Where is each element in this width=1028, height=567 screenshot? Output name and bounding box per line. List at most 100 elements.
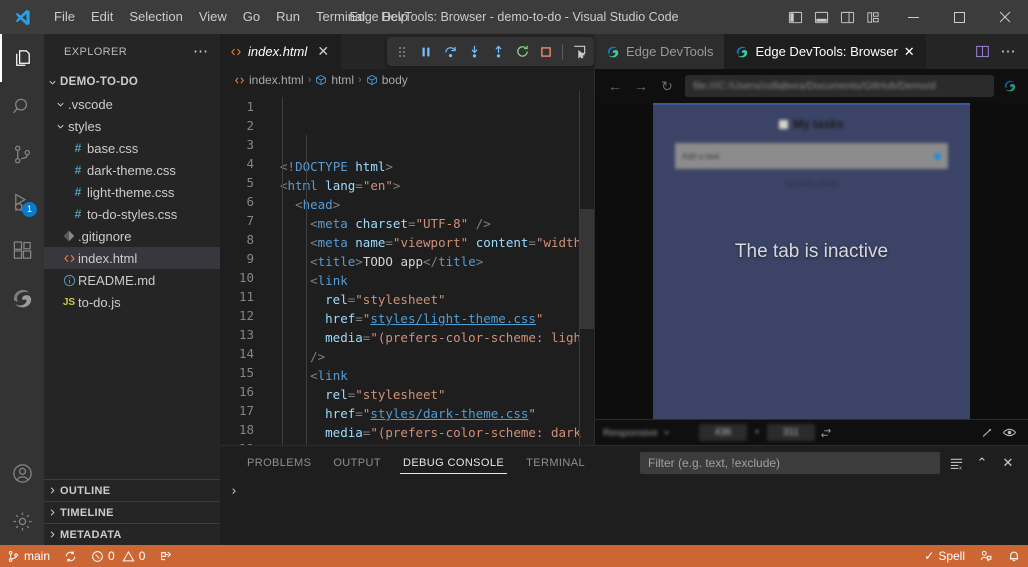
- close-panel-icon[interactable]: ✕: [998, 453, 1018, 473]
- customize-layout-icon[interactable]: [862, 6, 884, 28]
- toggle-secondary-sidebar-icon[interactable]: [836, 6, 858, 28]
- device-width-input[interactable]: 436: [699, 424, 747, 441]
- breadcrumb-item-body[interactable]: body: [366, 73, 408, 87]
- window-maximize-button[interactable]: [936, 0, 982, 34]
- breadcrumb-item-html[interactable]: html: [315, 73, 354, 87]
- activity-item-explorer[interactable]: [0, 34, 44, 82]
- back-icon[interactable]: ←: [603, 74, 627, 98]
- device-height-input[interactable]: 311: [766, 424, 815, 441]
- breadcrumb-item-file[interactable]: index.html: [234, 73, 304, 87]
- code-line[interactable]: <html lang="en">: [280, 176, 594, 195]
- more-actions-icon[interactable]: ⋯: [998, 42, 1018, 62]
- console-input-prompt[interactable]: ›: [230, 484, 238, 499]
- chevron-up-icon[interactable]: ⌃: [972, 453, 992, 473]
- activity-item-source-control[interactable]: [0, 130, 44, 178]
- pause-icon[interactable]: [415, 41, 437, 63]
- toggle-panel-icon[interactable]: [810, 6, 832, 28]
- tree-row-light-theme-css[interactable]: # light-theme.css: [44, 181, 220, 203]
- close-emulation-icon[interactable]: [976, 423, 998, 443]
- url-input[interactable]: file:///C:/Users/collabora/Documents/Git…: [685, 75, 994, 97]
- preview-add-button-icon[interactable]: [934, 152, 941, 160]
- tree-row-root[interactable]: DEMO-TO-DO: [44, 71, 220, 93]
- panel-tab-terminal[interactable]: TERMINAL: [515, 446, 596, 480]
- tab-edge-devtools[interactable]: Edge DevTools: [595, 34, 725, 69]
- tree-row-vscode[interactable]: .vscode: [44, 93, 220, 115]
- tree-row-index-html[interactable]: index.html: [44, 247, 220, 269]
- code-line[interactable]: />: [280, 347, 594, 366]
- status-problems[interactable]: 0 0: [84, 545, 152, 567]
- code-line[interactable]: <head>: [280, 195, 594, 214]
- file-tree[interactable]: DEMO-TO-DO .vscode styles # base.css # d…: [44, 69, 220, 479]
- code-line[interactable]: />: [280, 442, 594, 445]
- window-minimize-button[interactable]: [890, 0, 936, 34]
- status-notifications[interactable]: [1000, 545, 1028, 567]
- code-line[interactable]: media="(prefers-color-scheme: dark: [280, 423, 594, 442]
- menu-go[interactable]: Go: [235, 6, 268, 28]
- status-ports[interactable]: [152, 545, 180, 567]
- fold-column[interactable]: [266, 91, 280, 445]
- code-editor[interactable]: 12345678910111213141516171819 <!DOCTYPE …: [220, 91, 594, 445]
- code-content[interactable]: <!DOCTYPE html> <html lang="en"> <head> <…: [280, 91, 594, 445]
- menu-view[interactable]: View: [191, 6, 235, 28]
- menu-edit[interactable]: Edit: [83, 6, 121, 28]
- tree-row-base-css[interactable]: # base.css: [44, 137, 220, 159]
- menu-run[interactable]: Run: [268, 6, 308, 28]
- step-over-icon[interactable]: [439, 41, 461, 63]
- browser-viewport[interactable]: My tasks Add a task No tasks added The t…: [595, 103, 1028, 419]
- code-line[interactable]: href="styles/dark-theme.css": [280, 404, 594, 423]
- emulated-device-frame[interactable]: My tasks Add a task No tasks added The t…: [653, 103, 970, 419]
- status-spell[interactable]: ✓ Spell: [917, 545, 972, 567]
- url-bar-edge-icon[interactable]: [1000, 76, 1020, 96]
- step-out-icon[interactable]: [487, 41, 509, 63]
- sidebar-section-metadata[interactable]: METADATA: [44, 523, 220, 545]
- eye-icon[interactable]: [998, 423, 1020, 443]
- tab-index-html[interactable]: index.html ✕: [220, 34, 343, 69]
- status-sync[interactable]: [57, 545, 84, 567]
- activity-item-edge-devtools[interactable]: [0, 274, 44, 322]
- reload-icon[interactable]: ↻: [655, 74, 679, 98]
- code-line[interactable]: href="styles/light-theme.css": [280, 309, 594, 328]
- status-branch[interactable]: main: [0, 545, 57, 567]
- tree-row-styles[interactable]: styles: [44, 115, 220, 137]
- activity-item-search[interactable]: [0, 82, 44, 130]
- drag-handle-icon[interactable]: [391, 41, 413, 63]
- activity-item-run-and-debug[interactable]: 1: [0, 178, 44, 226]
- panel-tab-output[interactable]: OUTPUT: [322, 446, 392, 480]
- scrollbar-thumb[interactable]: [580, 209, 594, 329]
- activity-item-accounts[interactable]: [0, 449, 44, 497]
- code-line[interactable]: media="(prefers-color-scheme: ligh: [280, 328, 594, 347]
- code-line[interactable]: rel="stylesheet": [280, 385, 594, 404]
- panel-tab-problems[interactable]: PROBLEMS: [236, 446, 322, 480]
- activity-item-manage[interactable]: [0, 497, 44, 545]
- inspect-icon[interactable]: [568, 41, 590, 63]
- tree-row-dark-theme-css[interactable]: # dark-theme.css: [44, 159, 220, 181]
- forward-icon[interactable]: →: [629, 74, 653, 98]
- restart-icon[interactable]: [511, 41, 533, 63]
- console-filter-input[interactable]: Filter (e.g. text, !exclude): [640, 452, 940, 474]
- tab-edge-devtools-browser[interactable]: Edge DevTools: Browser ✕: [724, 34, 926, 69]
- sidebar-section-outline[interactable]: OUTLINE: [44, 479, 220, 501]
- editor-scrollbar[interactable]: [580, 91, 594, 445]
- tree-row-to-do-js[interactable]: JS to-do.js: [44, 291, 220, 313]
- preview-add-task-input[interactable]: Add a task: [675, 143, 948, 169]
- code-line[interactable]: <meta charset="UTF-8" />: [280, 214, 594, 233]
- sidebar-section-timeline[interactable]: TIMELINE: [44, 501, 220, 523]
- close-icon[interactable]: ✕: [315, 43, 331, 60]
- tree-row-readme-md[interactable]: README.md: [44, 269, 220, 291]
- code-line[interactable]: <link: [280, 271, 594, 290]
- code-line[interactable]: rel="stylesheet": [280, 290, 594, 309]
- sidebar-more-actions-icon[interactable]: ⋯: [189, 44, 212, 59]
- code-line[interactable]: <link: [280, 366, 594, 385]
- debug-console-body[interactable]: ›: [220, 480, 1028, 545]
- clear-console-icon[interactable]: x: [946, 453, 966, 473]
- menu-selection[interactable]: Selection: [121, 6, 190, 28]
- close-icon[interactable]: ✕: [904, 44, 915, 60]
- window-close-button[interactable]: [982, 0, 1028, 34]
- split-editor-icon[interactable]: [972, 42, 992, 62]
- status-live-share[interactable]: [972, 545, 1000, 567]
- code-line[interactable]: <meta name="viewport" content="width: [280, 233, 594, 252]
- activity-item-extensions[interactable]: [0, 226, 44, 274]
- menu-file[interactable]: File: [46, 6, 83, 28]
- code-line[interactable]: <!DOCTYPE html>: [280, 157, 594, 176]
- menu-terminal[interactable]: Terminal: [308, 6, 373, 28]
